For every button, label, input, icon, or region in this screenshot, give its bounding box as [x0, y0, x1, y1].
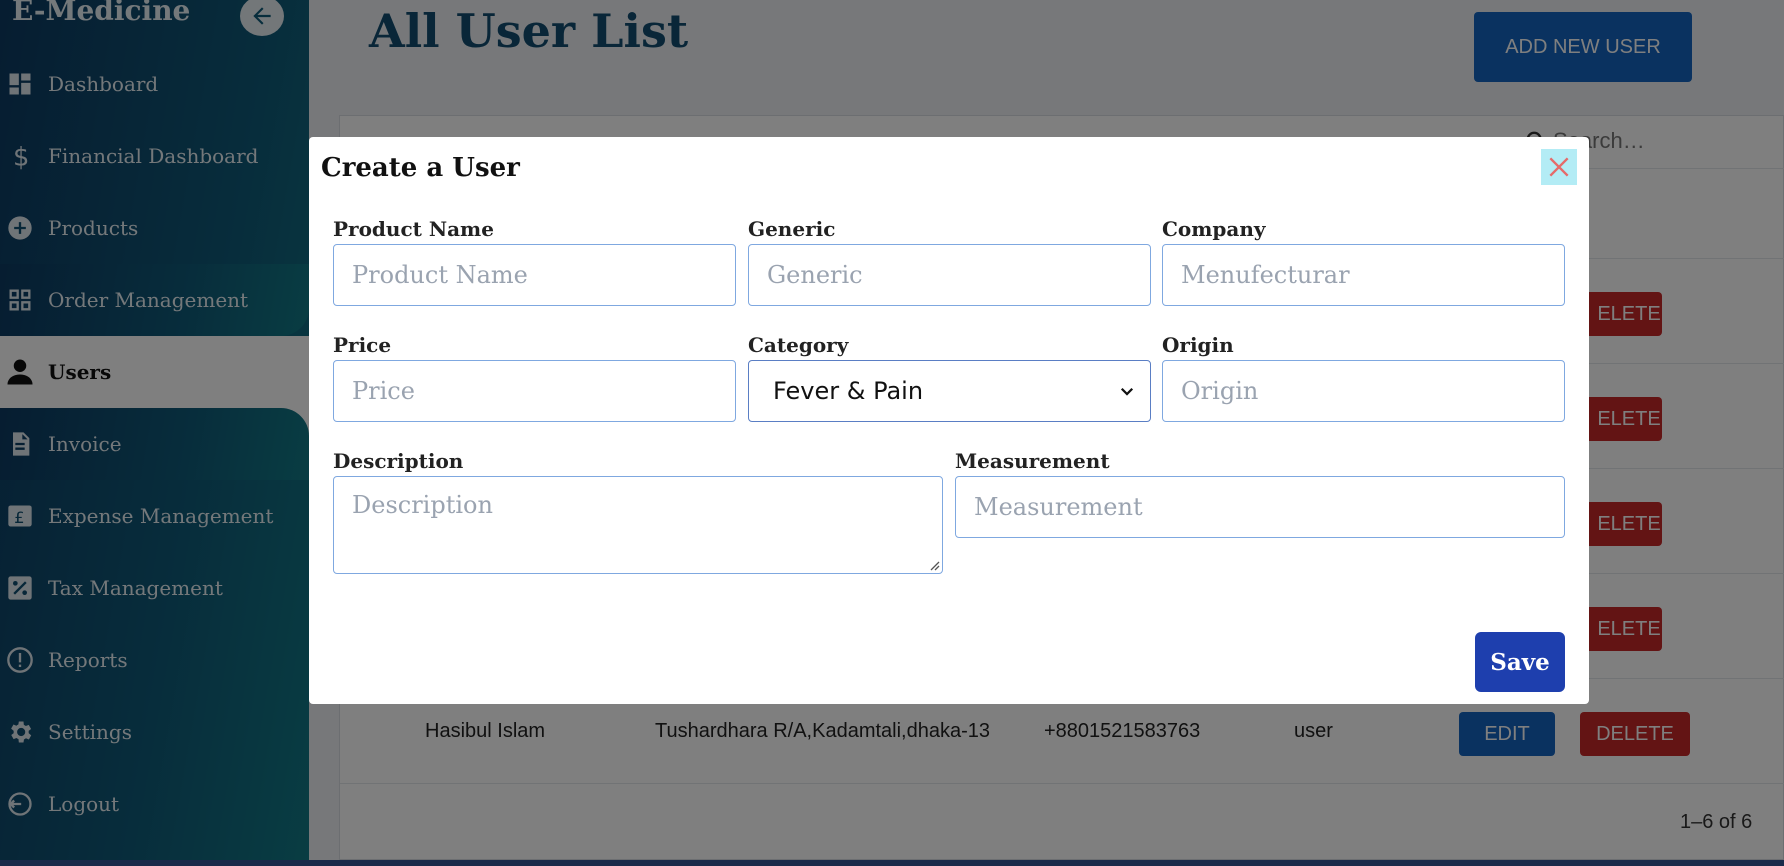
- company-input[interactable]: [1181, 261, 1546, 289]
- category-label: Category: [748, 333, 849, 357]
- generic-input[interactable]: [767, 261, 1132, 289]
- measurement-label: Measurement: [955, 449, 1110, 473]
- company-label: Company: [1162, 217, 1266, 241]
- product-name-label: Product Name: [333, 217, 494, 241]
- save-button[interactable]: Save: [1475, 632, 1565, 692]
- close-button[interactable]: [1541, 149, 1577, 185]
- price-input[interactable]: [352, 377, 717, 405]
- category-select[interactable]: Fever & Pain: [748, 360, 1151, 422]
- create-user-modal: Create a User Product Name Generic Compa…: [309, 137, 1589, 704]
- generic-label: Generic: [748, 217, 836, 241]
- origin-field[interactable]: [1162, 360, 1565, 422]
- description-textarea[interactable]: [352, 477, 924, 547]
- product-name-field[interactable]: [333, 244, 736, 306]
- chevron-down-icon: [1120, 387, 1134, 396]
- taskbar-strip: [0, 860, 1784, 866]
- generic-field[interactable]: [748, 244, 1151, 306]
- description-label: Description: [333, 449, 464, 473]
- product-name-input[interactable]: [352, 261, 717, 289]
- description-field[interactable]: [333, 476, 943, 574]
- price-label: Price: [333, 333, 392, 357]
- origin-label: Origin: [1162, 333, 1234, 357]
- price-field[interactable]: [333, 360, 736, 422]
- close-icon: [1549, 157, 1569, 177]
- resize-handle-icon[interactable]: [928, 559, 940, 571]
- category-selected-value: Fever & Pain: [773, 377, 924, 405]
- measurement-input[interactable]: [974, 493, 1546, 521]
- company-field[interactable]: [1162, 244, 1565, 306]
- origin-input[interactable]: [1181, 377, 1546, 405]
- modal-title: Create a User: [321, 153, 520, 183]
- measurement-field[interactable]: [955, 476, 1565, 538]
